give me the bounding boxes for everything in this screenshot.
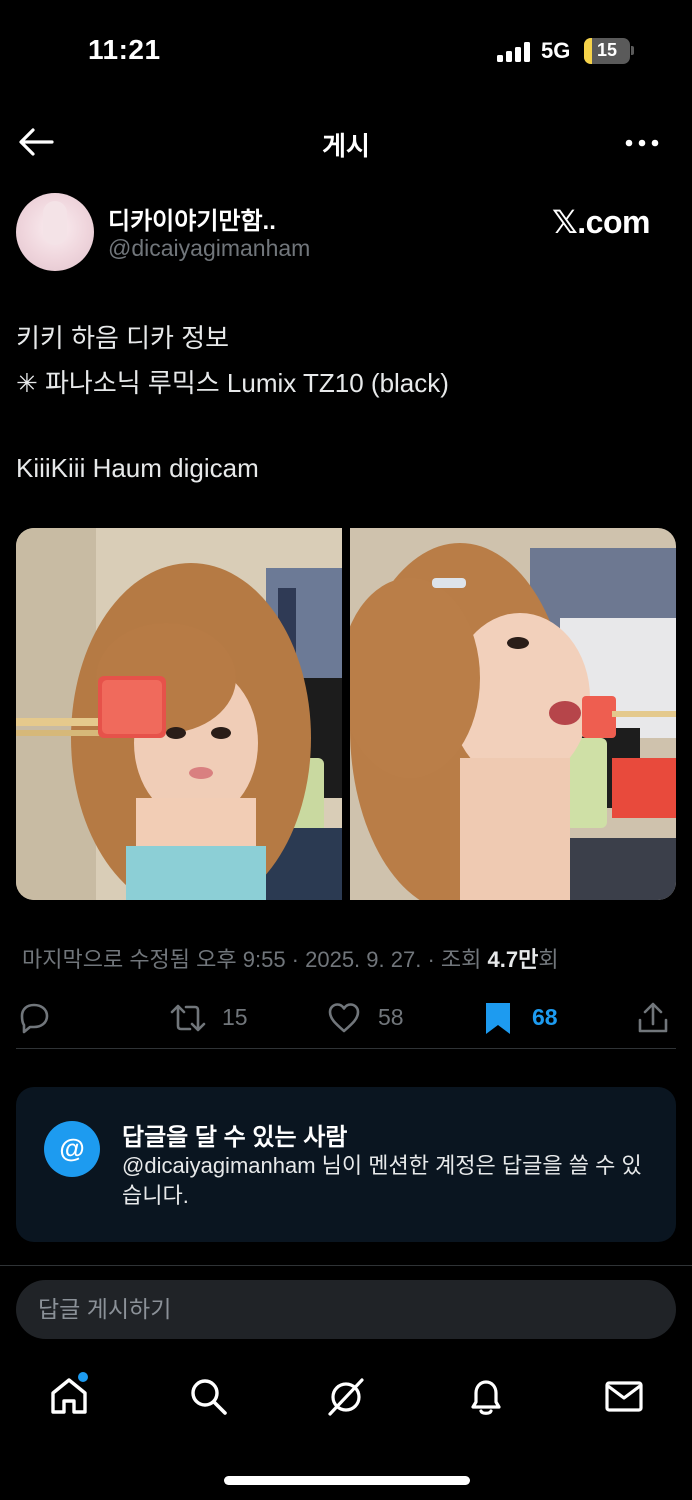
battery-level: 15	[596, 40, 618, 60]
post-meta: 마지막으로 수정됨 오후 9:55 · 2025. 9. 27. · 조회 4.…	[22, 942, 559, 974]
reply-restriction-title: 답글을 달 수 있는 사람	[122, 1124, 348, 1151]
like-button[interactable]: 58	[326, 998, 416, 1038]
post-text-line: 키키 하음 디카 정보	[16, 323, 230, 353]
post-text-line: KiiiKiii Haum digicam	[16, 453, 259, 483]
views-prefix: · 조회	[427, 947, 482, 972]
post-photo-1[interactable]	[16, 528, 342, 900]
share-button[interactable]	[636, 998, 672, 1038]
reply-button[interactable]	[16, 998, 56, 1038]
notifications-icon	[471, 1380, 501, 1415]
repost-icon	[170, 1004, 206, 1032]
bookmark-count: 68	[532, 1004, 558, 1030]
home-indicator[interactable]	[224, 1476, 470, 1485]
post-photo-2[interactable]	[350, 528, 676, 900]
views-suffix: 회	[538, 947, 559, 972]
post-text-line: ✳ 파나소닉 루믹스 Lumix TZ10 (black)	[16, 368, 449, 398]
network-type: 5G	[541, 38, 571, 63]
tab-home[interactable]	[45, 1372, 93, 1420]
battery-icon: 15	[584, 38, 630, 64]
tab-grok[interactable]	[322, 1372, 370, 1420]
author-handle[interactable]: @dicaiyagimanham	[108, 235, 310, 262]
reply-icon	[20, 1003, 49, 1034]
bookmark-button[interactable]: 68	[482, 998, 572, 1038]
share-icon	[638, 1002, 668, 1033]
mention-icon: @	[44, 1121, 100, 1177]
status-time: 11:21	[88, 34, 161, 65]
like-icon	[328, 1003, 360, 1033]
source-label: 𝕏.com	[552, 204, 650, 240]
views-count: 4.7만	[487, 947, 539, 972]
bookmark-icon	[486, 1003, 510, 1034]
search-icon	[191, 1379, 227, 1415]
repost-count: 15	[222, 1004, 248, 1030]
reply-restriction-card: @ 답글을 달 수 있는 사람 @dicaiyagimanham 님이 멘션한 …	[16, 1087, 676, 1242]
tab-search[interactable]	[184, 1372, 232, 1420]
messages-icon	[605, 1381, 643, 1412]
tab-messages[interactable]	[600, 1372, 648, 1420]
like-count: 58	[378, 1004, 404, 1030]
post-media	[16, 528, 676, 900]
unread-dot	[78, 1372, 88, 1382]
author-display-name[interactable]: 디카이야기만함..	[108, 201, 276, 236]
cellular-signal-icon	[497, 42, 531, 62]
status-bar: 11:21 5G 15	[0, 0, 692, 100]
post-header: 게시	[0, 110, 692, 174]
divider	[16, 1048, 676, 1049]
tab-notifications[interactable]	[462, 1372, 510, 1420]
repost-button[interactable]: 15	[168, 998, 258, 1038]
reply-input[interactable]	[16, 1280, 676, 1339]
more-icon[interactable]	[622, 128, 662, 158]
page-title: 게시	[322, 131, 370, 161]
edited-timestamp: 마지막으로 수정됨 오후 9:55 · 2025. 9. 27.	[22, 947, 422, 972]
avatar[interactable]	[16, 193, 94, 271]
reply-restriction-description: @dicaiyagimanham 님이 멘션한 계정은 답글을 쓸 수 있습니다…	[122, 1153, 642, 1208]
divider	[0, 1265, 692, 1266]
grok-icon	[328, 1378, 364, 1416]
